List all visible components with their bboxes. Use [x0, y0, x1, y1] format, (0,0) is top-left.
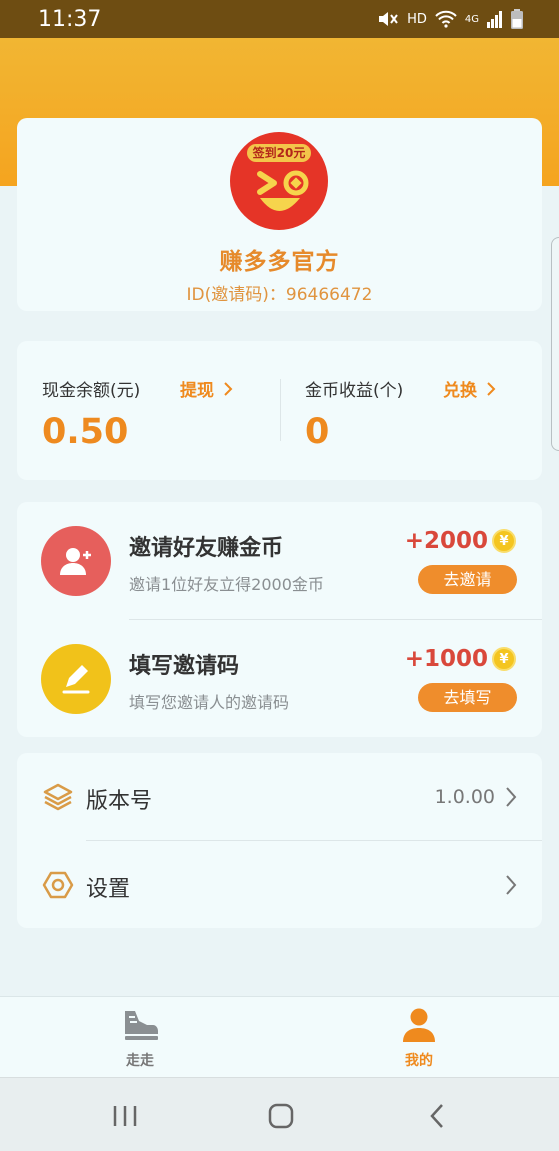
withdraw-label: 提现 — [180, 381, 214, 401]
edge-panel-handle[interactable] — [551, 237, 559, 451]
profile-name: 赚多多官方 — [219, 249, 340, 275]
task-enter-code[interactable]: 填写邀请码 填写您邀请人的邀请码 +1000 ¥ 去填写 — [17, 620, 542, 738]
coin-icon: ¥ — [492, 647, 516, 671]
exchange-label: 兑换 — [443, 381, 477, 401]
task-desc: 邀请1位好友立得2000金币 — [129, 575, 324, 594]
coin-value: 0 — [305, 412, 330, 452]
status-time: 11:37 — [38, 6, 102, 32]
settings-card: 版本号 1.0.00 设置 — [17, 753, 542, 928]
task-reward: +1000 ¥ — [405, 646, 516, 672]
sneaker-icon — [125, 1011, 158, 1040]
network-label: 4G — [464, 13, 479, 25]
back-icon[interactable] — [422, 1102, 454, 1130]
chevron-right-icon — [506, 875, 517, 895]
balance-card: 现金余额(元) 提现 0.50 金币收益(个) 兑换 0 — [17, 341, 542, 480]
withdraw-link[interactable]: 提现 — [180, 376, 233, 401]
coin-label: 金币收益(个) — [305, 381, 404, 401]
version-row[interactable]: 版本号 1.0.00 — [17, 753, 542, 841]
exchange-link[interactable]: 兑换 — [443, 376, 496, 401]
wifi-icon — [435, 10, 457, 28]
balance-divider — [280, 379, 281, 441]
coin-icon: ¥ — [492, 529, 516, 553]
profile-card: 签到20元 赚多多官方 ID(邀请码)：96466472 — [17, 118, 542, 311]
settings-hexagon-icon — [42, 871, 74, 899]
task-icon-enter-code — [41, 644, 111, 714]
status-bar: 11:37 HD 4G — [0, 0, 559, 38]
task-title: 填写邀请码 — [129, 654, 240, 679]
user-icon — [403, 1008, 435, 1042]
profile-id: ID(邀请码)：96466472 — [186, 285, 373, 305]
task-reward: +2000 ¥ — [405, 528, 516, 554]
version-label: 版本号 — [86, 789, 153, 814]
layers-icon — [43, 783, 73, 811]
recent-apps-icon[interactable] — [109, 1102, 141, 1130]
avatar-tag: 签到20元 — [247, 144, 311, 162]
nav-item-walk[interactable]: 走走 — [100, 1007, 180, 1070]
coin-balance: 金币收益(个) 兑换 0 — [305, 376, 535, 452]
cash-value: 0.50 — [42, 412, 129, 452]
avatar[interactable]: 签到20元 — [230, 132, 328, 230]
hd-label: HD — [407, 11, 427, 27]
chevron-right-icon — [487, 382, 496, 396]
bottom-nav: 走走 我的 — [0, 996, 559, 1077]
settings-label: 设置 — [86, 877, 131, 902]
task-icon-invite — [41, 526, 111, 596]
system-nav-bar — [0, 1077, 559, 1151]
pencil-icon — [62, 665, 90, 694]
task-desc: 填写您邀请人的邀请码 — [129, 693, 290, 712]
cash-balance: 现金余额(元) 提现 0.50 — [42, 376, 272, 452]
home-icon[interactable] — [265, 1102, 297, 1130]
task-invite-friends[interactable]: 邀请好友赚金币 邀请1位好友立得2000金币 +2000 ¥ 去邀请 — [17, 502, 542, 620]
task-card: 邀请好友赚金币 邀请1位好友立得2000金币 +2000 ¥ 去邀请 填写邀请码… — [17, 502, 542, 737]
enter-code-button[interactable]: 去填写 — [418, 683, 517, 712]
status-icons: HD 4G — [377, 9, 523, 29]
add-user-icon — [60, 548, 91, 575]
version-value: 1.0.00 — [434, 786, 495, 808]
battery-icon — [511, 9, 523, 29]
reward-amount: +2000 — [404, 528, 488, 554]
task-title: 邀请好友赚金币 — [129, 536, 284, 561]
chevron-right-icon — [224, 382, 233, 396]
reward-amount: +1000 — [404, 646, 488, 672]
invite-button[interactable]: 去邀请 — [418, 565, 517, 594]
settings-row[interactable]: 设置 — [17, 841, 542, 929]
signal-icon — [487, 11, 502, 28]
cash-label: 现金余额(元) — [42, 381, 141, 401]
nav-item-me[interactable]: 我的 — [379, 1007, 459, 1070]
chevron-right-icon — [506, 787, 517, 807]
mute-icon — [379, 12, 398, 26]
nav-label: 我的 — [405, 1053, 433, 1069]
nav-label: 走走 — [126, 1053, 154, 1069]
